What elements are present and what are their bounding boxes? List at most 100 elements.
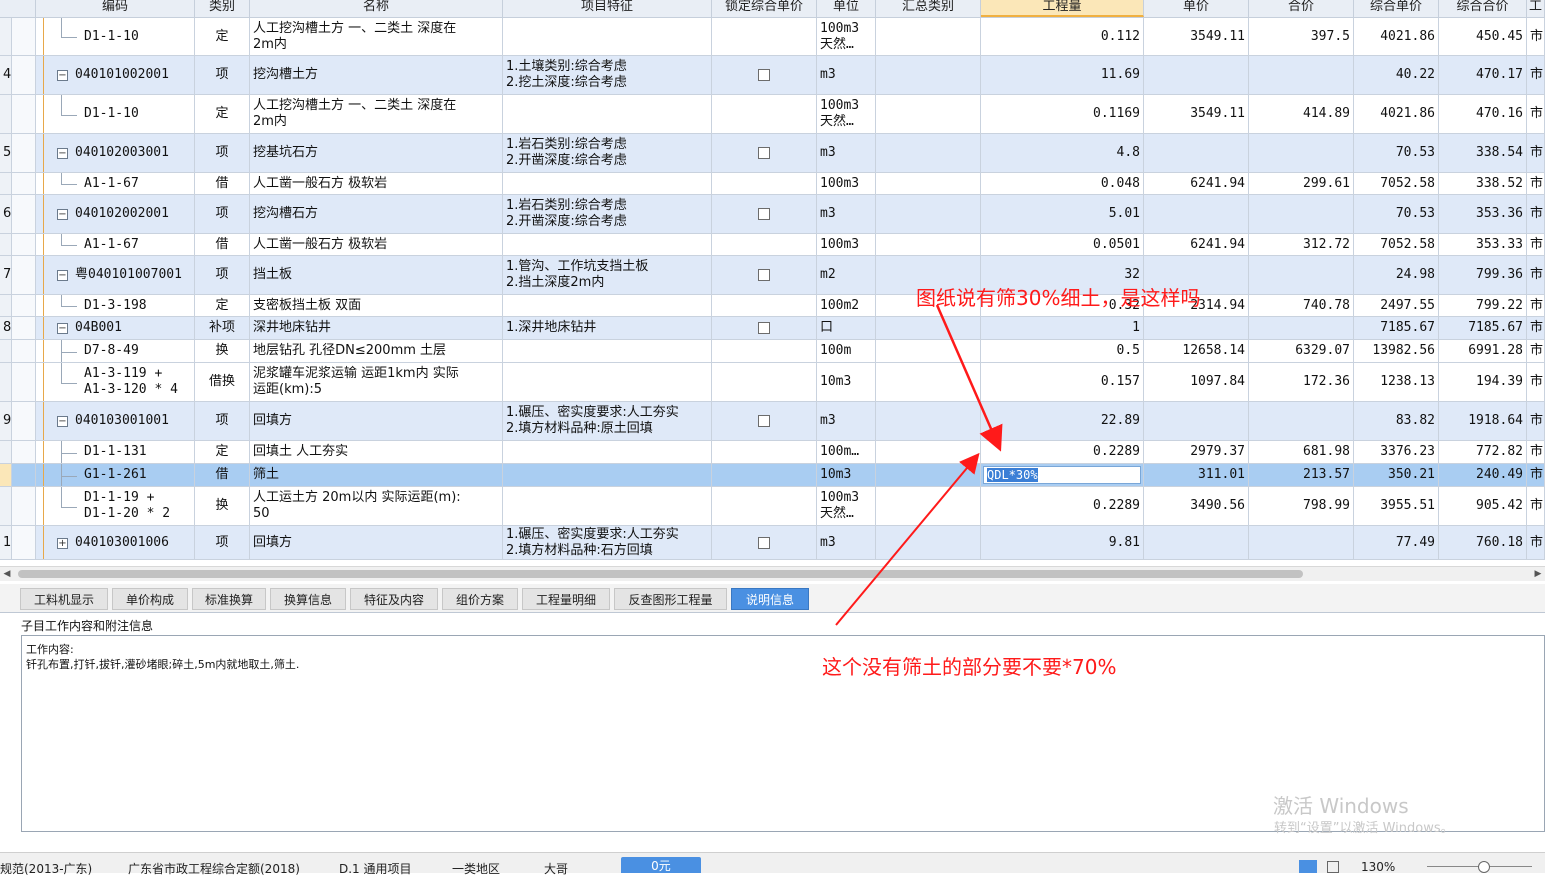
total-cost-button[interactable]: 0元: [621, 857, 701, 873]
table-row[interactable]: 7 粤040101007001 项挡土板 1.管沟、工作坑支挡土板 2.挡土深度2m内…: [0, 256, 1545, 295]
cell-lock[interactable]: [712, 402, 817, 440]
cell-lock[interactable]: [712, 464, 817, 486]
cell-lock[interactable]: [712, 340, 817, 362]
tab-3[interactable]: 换算信息: [270, 588, 346, 610]
lock-price-checkbox[interactable]: [758, 536, 770, 549]
cell-text-seq: 4: [3, 67, 12, 82]
lock-price-checkbox[interactable]: [758, 147, 770, 159]
cell-total: 681.98: [1249, 441, 1354, 463]
tab-0[interactable]: 工料机显示: [20, 588, 108, 610]
column-header-5[interactable]: 单位: [817, 0, 876, 17]
column-header-6[interactable]: 汇总类别: [876, 0, 981, 17]
table-row[interactable]: A1-1-67 借 人工凿一般石方 极软岩 100m3 0.0501 6241.94 312…: [0, 234, 1545, 256]
table-row[interactable]: G1-1-261 借 筛土 10m3 QDL*30% 311.01 213.57 350.21…: [0, 464, 1545, 487]
cell-lock[interactable]: [712, 95, 817, 133]
column-header-8[interactable]: 单价: [1144, 0, 1249, 17]
lock-price-checkbox[interactable]: [758, 322, 770, 334]
tree-branch: [61, 452, 77, 454]
collapse-icon[interactable]: −: [57, 70, 68, 81]
collapse-icon[interactable]: −: [57, 323, 68, 334]
lock-price-checkbox[interactable]: [758, 208, 770, 220]
tab-7[interactable]: 反查图形工程量: [614, 588, 727, 610]
lock-price-checkbox[interactable]: [758, 69, 770, 81]
cell-lock[interactable]: [712, 195, 817, 233]
collapse-icon[interactable]: −: [57, 270, 68, 281]
tree-guide: [61, 18, 62, 37]
column-header-12[interactable]: 工: [1527, 0, 1545, 17]
cell-comp_price: 24.98: [1354, 256, 1439, 294]
collapse-icon[interactable]: −: [57, 148, 68, 159]
cell-lock[interactable]: [712, 134, 817, 172]
column-header-10[interactable]: 综合单价: [1354, 0, 1439, 17]
cell-text-extra: 市: [1530, 498, 1544, 513]
tab-6[interactable]: 工程量明细: [522, 588, 610, 610]
cell-lock[interactable]: [712, 173, 817, 194]
table-row[interactable]: D1-1-19 + D1-1-20 * 2 换 人工运土方 20m以内 实际运距(m…: [0, 487, 1545, 526]
qty-edit-input[interactable]: QDL*30%: [983, 466, 1141, 484]
column-header-3[interactable]: 项目特征: [503, 0, 712, 17]
tab-5[interactable]: 组价方案: [442, 588, 518, 610]
expand-icon[interactable]: +: [57, 537, 68, 549]
cell-text-comp_price: 24.98: [1395, 267, 1435, 282]
table-row[interactable]: D1-3-198 定支密板挡土板 双面 100m2 0.32 2314.94 740.78…: [0, 295, 1545, 317]
tree-guide: [43, 95, 44, 133]
view-mode-icon[interactable]: [1299, 860, 1317, 873]
scroll-left-icon[interactable]: ◀: [0, 567, 14, 581]
cell-lock[interactable]: [712, 18, 817, 55]
table-row[interactable]: 10040103001006项回填方1.碾压、密实度要求:人工夯实 2.填方材料…: [0, 526, 1545, 560]
column-header-7[interactable]: 工程量: [981, 0, 1144, 17]
cell-lock[interactable]: [712, 317, 817, 339]
cell-lock[interactable]: [712, 56, 817, 94]
column-header-11[interactable]: 综合合价: [1439, 0, 1527, 17]
cell-unit: m3: [817, 195, 876, 233]
table-row[interactable]: 4 040101002001 项挖沟槽土方 1.土壤类别:综合考虑 2.挖土深度:综合…: [0, 56, 1545, 95]
cell-type: 补项: [195, 317, 250, 339]
horizontal-scrollbar[interactable]: ◀ ▶: [0, 566, 1545, 581]
zoom-slider-knob[interactable]: [1478, 861, 1490, 873]
table-row[interactable]: D7-8-49 换 地层钻孔 孔径DN≤200mm 土层 100m 0.5 12658.1…: [0, 340, 1545, 363]
cell-text-qty: 0.1169: [1093, 106, 1140, 121]
table-row[interactable]: D1-1-10 定 人工挖沟槽土方 一、二类土 深度在 2m内 100m3 天然… 0.…: [0, 18, 1545, 56]
cell-lock[interactable]: [712, 234, 817, 255]
cell-comp_price: 1238.13: [1354, 363, 1439, 401]
column-header-1[interactable]: 类别: [195, 0, 250, 17]
table-row[interactable]: 9 040103001001 项回填方 1.碾压、密实度要求:人工夯实 2.填方材料品…: [0, 402, 1545, 441]
lock-price-checkbox[interactable]: [758, 269, 770, 281]
cell-comp_total: 194.39: [1439, 363, 1527, 401]
collapse-icon[interactable]: −: [57, 416, 68, 427]
table-row[interactable]: 8 04B001 补项 深井地床钻井 1.深井地床钻井 口 1 7185.67 7185.67 市…: [0, 317, 1545, 340]
layout-mode-icon[interactable]: [1327, 861, 1339, 873]
cell-text-price: 2979.37: [1190, 444, 1245, 459]
column-header-4[interactable]: 锁定综合单价: [712, 0, 817, 17]
cell-lock[interactable]: [712, 256, 817, 294]
column-header-0[interactable]: 编码: [36, 0, 195, 17]
table-row[interactable]: D1-1-131 定 回填土 人工夯实 100m… 0.2289 2979.37 681.9…: [0, 441, 1545, 464]
table-row[interactable]: A1-3-119 + A1-3-120 * 4 借换 泥浆罐车泥浆运输 运距1km内…: [0, 363, 1545, 402]
cell-feature: 1.岩石类别:综合考虑 2.开凿深度:综合考虑: [503, 134, 712, 172]
cell-text-unit: 100m3: [820, 175, 860, 191]
tab-4[interactable]: 特征及内容: [350, 588, 438, 610]
table-row[interactable]: 6 040102002001 项挖沟槽石方 1.岩石类别:综合考虑 2.开凿深度:综合…: [0, 195, 1545, 234]
cell-text-extra: 市: [1530, 175, 1544, 191]
cell-lock[interactable]: [712, 526, 817, 559]
table-row[interactable]: D1-1-10 定 人工挖沟槽土方 一、二类土 深度在 2m内 100m3 天然… 0.…: [0, 95, 1545, 134]
cell-lock[interactable]: [712, 295, 817, 316]
column-header-2[interactable]: 名称: [250, 0, 503, 17]
cell-type: 定: [195, 18, 250, 55]
column-header-9[interactable]: 合价: [1249, 0, 1354, 17]
tab-8[interactable]: 说明信息: [731, 588, 809, 610]
cell-lock[interactable]: [712, 441, 817, 463]
cell-lock[interactable]: [712, 363, 817, 401]
cell-lock[interactable]: [712, 487, 817, 525]
cell-extra: 市: [1527, 317, 1545, 339]
lock-price-checkbox[interactable]: [758, 415, 770, 427]
scroll-thumb[interactable]: [18, 570, 1303, 578]
bill-grid[interactable]: D1-1-10 定人工挖沟槽土方 一、二类土 深度在 2m内 100m3 天然… 0.…: [0, 18, 1545, 565]
collapse-icon[interactable]: −: [57, 209, 68, 220]
cell-text-price: 12658.14: [1182, 343, 1245, 358]
tab-1[interactable]: 单价构成: [112, 588, 188, 610]
tab-2[interactable]: 标准换算: [192, 588, 266, 610]
table-row[interactable]: 5 040102003001 项挖基坑石方 1.岩石类别:综合考虑 2.开凿深度:综合…: [0, 134, 1545, 173]
table-row[interactable]: A1-1-67 借 人工凿一般石方 极软岩 100m3 0.048 6241.94 299.…: [0, 173, 1545, 195]
scroll-right-icon[interactable]: ▶: [1531, 567, 1545, 581]
